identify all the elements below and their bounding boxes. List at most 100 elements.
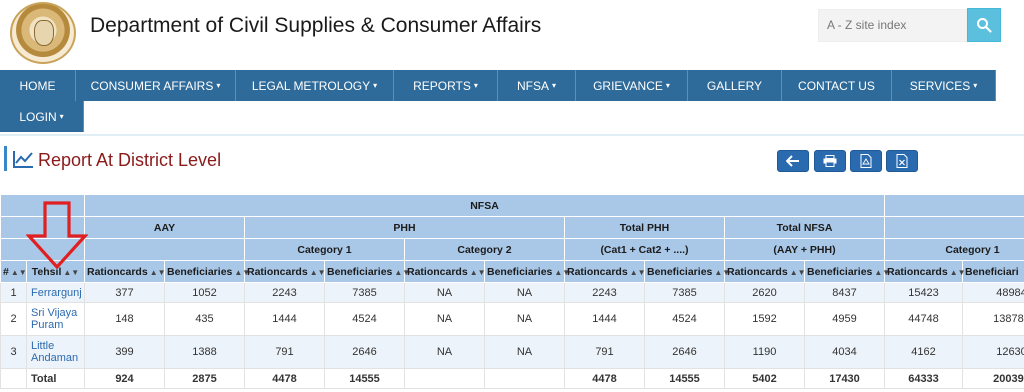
total-nfsa-header: Total NFSA	[724, 216, 885, 239]
table-cell: 48984	[962, 282, 1024, 303]
main-nav: HOME CONSUMER AFFAIRS ▾ LEGAL METROLOGY ▾ …	[0, 70, 1024, 132]
table-cell: 1190	[724, 335, 805, 369]
col-label: #	[3, 265, 9, 278]
chevron-down-icon: ▾	[59, 112, 64, 121]
nav-label: REPORTS	[413, 78, 471, 93]
table-cell: 12630	[962, 335, 1024, 369]
nav-label: GALLERY	[706, 78, 763, 93]
table-cell: 8437	[804, 282, 885, 303]
nav-label: CONSUMER AFFAIRS	[90, 78, 214, 93]
col-phh2-beneficiaries[interactable]: Beneficiaries ▲▼	[484, 260, 570, 283]
table-cell: NA	[484, 302, 565, 336]
total-cell: 4478	[244, 368, 325, 389]
total-cell	[404, 368, 485, 389]
tehsil-link[interactable]: Little Andaman	[26, 335, 85, 369]
phh-header: PHH	[244, 216, 565, 239]
table-cell	[0, 368, 27, 389]
total-cell: 200399	[962, 368, 1024, 389]
col-totalnfsa-beneficiaries[interactable]: Beneficiaries ▲▼	[804, 260, 890, 283]
sort-icon: ▲▼	[629, 267, 646, 277]
sort-icon: ▲▼	[309, 267, 326, 277]
pdf-export-button[interactable]	[850, 150, 882, 172]
col-totalnfsa-rationcards[interactable]: Rationcards ▲▼	[724, 260, 806, 283]
nav-reports[interactable]: REPORTS ▾	[394, 70, 498, 101]
search-icon	[977, 18, 992, 33]
table-cell: NA	[404, 335, 485, 369]
nav-login[interactable]: LOGIN ▾	[0, 101, 84, 132]
sort-icon: ▲▼	[789, 267, 806, 277]
nav-label: SERVICES	[909, 78, 971, 93]
header-blank	[0, 194, 85, 217]
col-totalphh-rationcards[interactable]: Rationcards ▲▼	[564, 260, 646, 283]
col-tehsil-header[interactable]: Tehsil ▲▼	[26, 260, 85, 283]
table-row: 1 Ferrargunj 377 1052 2243 7385 NA NA 2243 7385 26…	[0, 282, 1024, 303]
nav-nfsa[interactable]: NFSA ▾	[498, 70, 576, 101]
col-aay-beneficiaries[interactable]: Beneficiaries ▲▼	[164, 260, 250, 283]
total-cell: 4478	[564, 368, 645, 389]
nav-home[interactable]: HOME	[0, 70, 76, 101]
table-cell: 435	[164, 302, 245, 336]
total-phh-subheader: (Cat1 + Cat2 + ....)	[564, 238, 725, 261]
table-cell: 4524	[644, 302, 725, 336]
nav-legal-metrology[interactable]: LEGAL METROLOGY ▾	[236, 70, 394, 101]
print-button[interactable]	[814, 150, 846, 172]
col-label: Rationcards	[567, 265, 628, 278]
table-cell: 2243	[564, 282, 645, 303]
col-label: Rationcards	[727, 265, 788, 278]
col-cat1-rationcards[interactable]: Rationcards ▲▼	[884, 260, 966, 283]
col-number-header[interactable]: # ▲▼	[0, 260, 27, 283]
col-aay-rationcards[interactable]: Rationcards ▲▼	[84, 260, 166, 283]
sort-icon: ▲▼	[469, 267, 486, 277]
nav-gallery[interactable]: GALLERY	[688, 70, 782, 101]
header-blank	[0, 238, 85, 261]
total-cell: 17430	[804, 368, 885, 389]
col-phh1-beneficiaries[interactable]: Beneficiaries ▲▼	[324, 260, 410, 283]
nav-contact-us[interactable]: CONTACT US	[782, 70, 892, 101]
sort-icon: ▲▼	[949, 267, 966, 277]
table-cell: 377	[84, 282, 165, 303]
table-cell: 4959	[804, 302, 885, 336]
search-button[interactable]	[967, 8, 1001, 42]
total-cell: 64333	[884, 368, 963, 389]
row-number: 1	[0, 282, 27, 303]
row-number: 2	[0, 302, 27, 336]
table-cell: 7385	[324, 282, 405, 303]
district-report-table-container[interactable]: NFSA AAY PHH Total PHH Total NFSA Catego…	[0, 194, 1024, 392]
total-cell: 5402	[724, 368, 805, 389]
tehsil-link[interactable]: Sri Vijaya Puram	[26, 302, 85, 336]
header-blank	[884, 194, 1024, 217]
col-cat1-beneficiaries[interactable]: Beneficiari	[962, 260, 1024, 283]
table-cell: 1592	[724, 302, 805, 336]
tehsil-link[interactable]: Ferrargunj	[26, 282, 85, 303]
header-blank	[0, 216, 85, 239]
table-cell: 15423	[884, 282, 963, 303]
excel-export-button[interactable]	[886, 150, 918, 172]
back-arrow-icon	[786, 155, 799, 167]
col-totalphh-beneficiaries[interactable]: Beneficiaries ▲▼	[644, 260, 730, 283]
col-label: Beneficiaries	[167, 265, 233, 278]
nav-services[interactable]: SERVICES ▾	[892, 70, 996, 101]
table-cell: 148	[84, 302, 165, 336]
nav-grievance[interactable]: GRIEVANCE ▾	[576, 70, 688, 101]
site-index-search-input[interactable]: A - Z site index	[818, 9, 967, 42]
col-label: Rationcards	[247, 265, 308, 278]
state-emblem-icon[interactable]	[10, 2, 76, 64]
col-label: Tehsil	[31, 265, 62, 278]
print-icon	[823, 155, 837, 167]
site-title[interactable]: Department of Civil Supplies & Consumer …	[90, 14, 541, 38]
table-cell: NA	[404, 302, 485, 336]
nav-consumer-affairs[interactable]: CONSUMER AFFAIRS ▾	[76, 70, 236, 101]
total-nfsa-subheader: (AAY + PHH)	[724, 238, 885, 261]
back-button[interactable]	[777, 150, 809, 172]
col-label: Beneficiari	[965, 265, 1019, 278]
table-cell: 138785	[962, 302, 1024, 336]
col-label: Beneficiaries	[807, 265, 873, 278]
table-cell: 791	[244, 335, 325, 369]
col-phh1-rationcards[interactable]: Rationcards ▲▼	[244, 260, 326, 283]
col-phh2-rationcards[interactable]: Rationcards ▲▼	[404, 260, 486, 283]
table-cell: NA	[484, 282, 565, 303]
table-cell: 44748	[884, 302, 963, 336]
sort-icon: ▲▼	[149, 267, 166, 277]
table-cell: 399	[84, 335, 165, 369]
table-cell: NA	[484, 335, 565, 369]
